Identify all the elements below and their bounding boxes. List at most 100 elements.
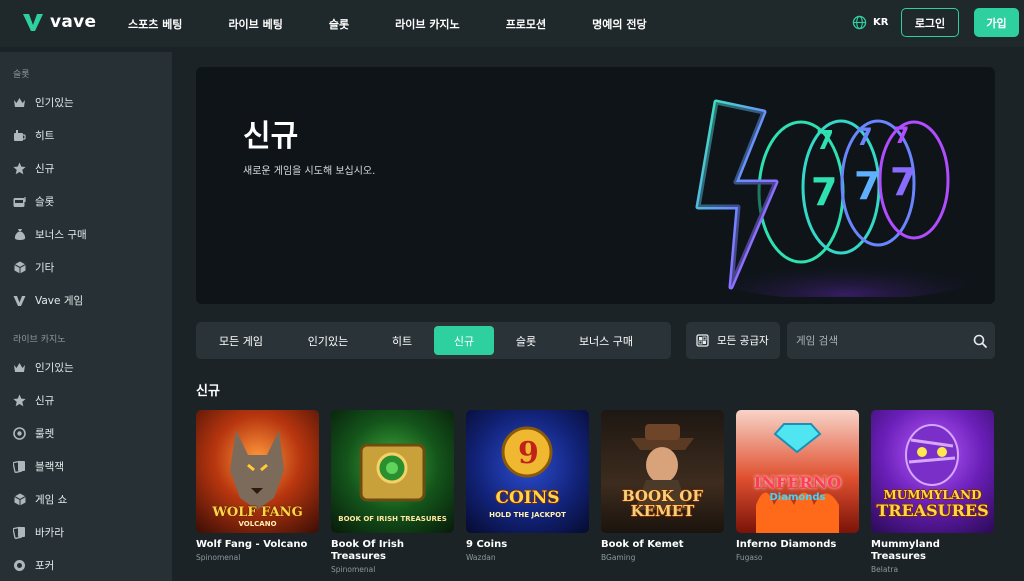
hero-subtitle: 새로운 게임을 시도해 보십시오. bbox=[243, 166, 376, 177]
brand-logo[interactable]: vave bbox=[22, 11, 96, 33]
game-thumbnail[interactable]: INFERNO Diamonds bbox=[736, 410, 859, 533]
tab-new[interactable]: 신규 bbox=[434, 326, 494, 355]
sidebar-item-label: 히트 bbox=[35, 130, 55, 142]
sidebar-item-label: 신규 bbox=[35, 163, 55, 175]
money-bag-icon bbox=[13, 228, 26, 241]
game-name: 9 Coins bbox=[466, 539, 508, 550]
sidebar-item-other[interactable]: 기타 bbox=[0, 251, 172, 284]
game-thumbnail[interactable]: WOLF FANG VOLCANO bbox=[196, 410, 319, 533]
neon-slot-777-illustration: 7 7 7 7 7 7 bbox=[695, 99, 976, 297]
globe-icon bbox=[852, 15, 867, 30]
sidebar-item-label: Vave 게임 bbox=[35, 295, 84, 307]
game-thumbnail[interactable]: BOOK OF KEMET bbox=[601, 410, 724, 533]
language-code: KR bbox=[873, 17, 889, 28]
nav-slots[interactable]: 슬롯 bbox=[329, 16, 349, 32]
cup-icon bbox=[13, 129, 26, 142]
game-card-9-coins[interactable]: 9 COINS HOLD THE JACKPOT 9 Coins Wazdan bbox=[466, 410, 589, 562]
nav-live-casino[interactable]: 라이브 카지노 bbox=[395, 16, 460, 32]
search-input[interactable] bbox=[787, 322, 967, 359]
cube-icon bbox=[13, 261, 26, 274]
sidebar-item-baccarat[interactable]: 바카라 bbox=[0, 516, 172, 549]
brand-name: vave bbox=[50, 12, 97, 32]
game-art-subtitle: Diamonds bbox=[769, 492, 826, 503]
nav-live-betting[interactable]: 라이브 베팅 bbox=[228, 16, 282, 32]
sidebar-item-casino-popular[interactable]: 인기있는 bbox=[0, 351, 172, 384]
tab-all-games[interactable]: 모든 게임 bbox=[196, 326, 286, 355]
sidebar-item-label: 슬롯 bbox=[35, 196, 55, 208]
sidebar: 슬롯 인기있는 히트 신규 슬롯 보너스 구매 기타 Vave 게임 라이브 카… bbox=[0, 52, 172, 581]
tab-bonus-buy[interactable]: 보너스 구매 bbox=[558, 326, 654, 355]
game-name: Book Of Irish Treasures bbox=[331, 539, 404, 562]
game-thumbnail[interactable]: 9 COINS HOLD THE JACKPOT bbox=[466, 410, 589, 533]
sidebar-heading-slots: 슬롯 bbox=[13, 69, 30, 80]
game-provider: BGaming bbox=[601, 553, 636, 562]
cards-icon bbox=[13, 526, 26, 539]
game-art-subtitle: TREASURES bbox=[876, 501, 989, 520]
game-name: Wolf Fang - Volcano bbox=[196, 539, 308, 550]
crown-icon bbox=[13, 361, 26, 374]
diamond-icon bbox=[756, 423, 839, 533]
sidebar-item-label: 보너스 구매 bbox=[35, 229, 87, 241]
svg-text:9: 9 bbox=[518, 436, 539, 471]
game-art-subtitle: BOOK OF IRISH TREASURES bbox=[338, 515, 447, 523]
sidebar-item-label: 신규 bbox=[35, 395, 55, 407]
sidebar-item-label: 인기있는 bbox=[35, 362, 74, 374]
game-name: Inferno Diamonds bbox=[736, 539, 837, 550]
game-card-inferno-diamonds[interactable]: INFERNO Diamonds Inferno Diamonds Fugaso bbox=[736, 410, 859, 562]
hero-banner: 신규 새로운 게임을 시도해 보십시오. 7 7 7 7 7 7 bbox=[196, 67, 995, 304]
game-art-title: COINS bbox=[495, 488, 560, 508]
game-thumbnail[interactable]: MUMMYLAND TREASURES bbox=[871, 410, 994, 533]
cards-icon bbox=[13, 460, 26, 473]
category-tabs: 모든 게임 인기있는 히트 신규 슬롯 보너스 구매 bbox=[196, 322, 671, 359]
nav-promotions[interactable]: 프로모션 bbox=[506, 16, 546, 32]
game-card-book-of-kemet[interactable]: BOOK OF KEMET Book of Kemet BGaming bbox=[601, 410, 724, 562]
sidebar-item-label: 바카라 bbox=[35, 527, 64, 539]
nav-hall-of-fame[interactable]: 명예의 전당 bbox=[592, 16, 646, 32]
sidebar-item-vave-games[interactable]: Vave 게임 bbox=[0, 284, 172, 317]
svg-text:7: 7 bbox=[811, 170, 837, 214]
join-button[interactable]: 가입 bbox=[974, 8, 1019, 37]
sidebar-item-new[interactable]: 신규 bbox=[0, 152, 172, 185]
vave-icon bbox=[13, 294, 26, 307]
section-title: 신규 bbox=[196, 384, 220, 399]
game-provider: Wazdan bbox=[466, 553, 496, 562]
sidebar-item-poker[interactable]: 포커 bbox=[0, 549, 172, 581]
language-selector[interactable]: KR bbox=[852, 15, 888, 30]
sidebar-item-game-shows[interactable]: 게임 쇼 bbox=[0, 483, 172, 516]
sidebar-item-slots[interactable]: 슬롯 bbox=[0, 185, 172, 218]
nav-sports-betting[interactable]: 스포츠 베팅 bbox=[128, 16, 182, 32]
sidebar-item-popular[interactable]: 인기있는 bbox=[0, 86, 172, 119]
cube-icon bbox=[13, 493, 26, 506]
game-card-book-of-irish-treasures[interactable]: BOOK OF IRISH TREASURES Book Of Irish Tr… bbox=[331, 410, 454, 574]
svg-text:7: 7 bbox=[816, 126, 834, 156]
sidebar-item-label: 포커 bbox=[35, 560, 55, 572]
game-art-subtitle: VOLCANO bbox=[238, 520, 277, 528]
sidebar-item-casino-new[interactable]: 신규 bbox=[0, 384, 172, 417]
sidebar-item-label: 룰렛 bbox=[35, 428, 55, 440]
search-icon[interactable] bbox=[973, 334, 987, 348]
slot-machine-icon bbox=[13, 195, 26, 208]
sidebar-item-roulette[interactable]: 룰렛 bbox=[0, 417, 172, 450]
grid-icon bbox=[696, 334, 709, 347]
crown-icon bbox=[13, 96, 26, 109]
star-icon bbox=[13, 394, 26, 407]
top-bar: vave 스포츠 베팅 라이브 베팅 슬롯 라이브 카지노 프로모션 명예의 전… bbox=[0, 0, 1024, 47]
tab-slots[interactable]: 슬롯 bbox=[494, 326, 558, 355]
sidebar-item-bonus-buy[interactable]: 보너스 구매 bbox=[0, 218, 172, 251]
game-card-wolf-fang-volcano[interactable]: WOLF FANG VOLCANO Wolf Fang - Volcano Sp… bbox=[196, 410, 319, 562]
tab-popular[interactable]: 인기있는 bbox=[286, 326, 370, 355]
sidebar-item-blackjack[interactable]: 블랙잭 bbox=[0, 450, 172, 483]
game-thumbnail[interactable]: BOOK OF IRISH TREASURES bbox=[331, 410, 454, 533]
game-card-mummyland-treasures[interactable]: MUMMYLAND TREASURES Mummyland Treasures … bbox=[871, 410, 994, 574]
svg-text:7: 7 bbox=[894, 124, 909, 149]
tab-hits[interactable]: 히트 bbox=[370, 326, 434, 355]
login-button[interactable]: 로그인 bbox=[901, 8, 959, 37]
game-art-title: WOLF FANG bbox=[212, 505, 303, 520]
game-art-subtitle: HOLD THE JACKPOT bbox=[489, 511, 566, 519]
game-art-title: BOOK OF KEMET bbox=[621, 487, 704, 520]
game-name: Book of Kemet bbox=[601, 539, 684, 550]
game-search bbox=[787, 322, 995, 359]
sidebar-item-hits[interactable]: 히트 bbox=[0, 119, 172, 152]
game-provider: Belatra bbox=[871, 565, 899, 574]
provider-filter-button[interactable]: 모든 공급자 bbox=[686, 322, 780, 359]
